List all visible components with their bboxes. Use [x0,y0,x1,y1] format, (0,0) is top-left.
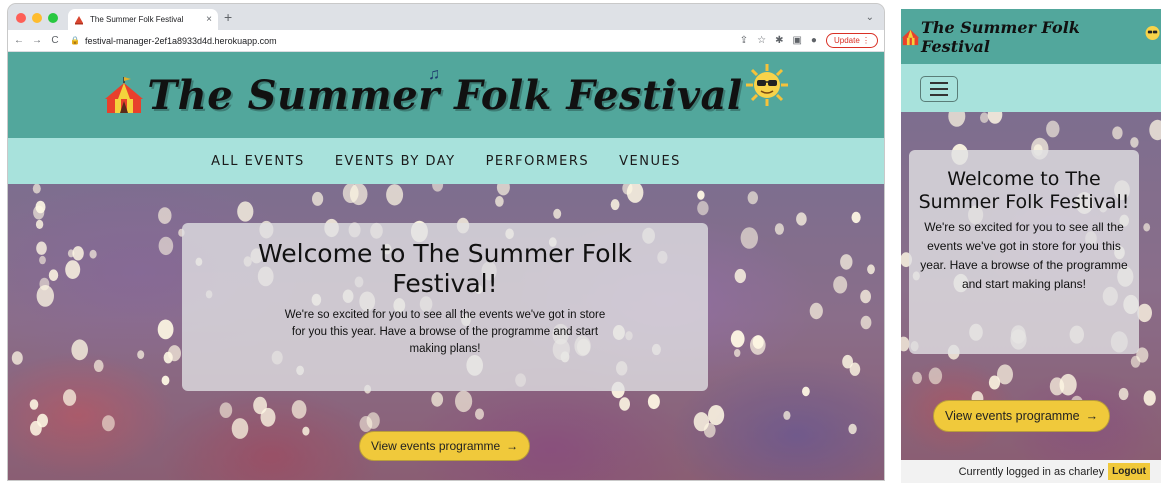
view-events-programme-button[interactable]: View events programme → [359,431,531,461]
mobile-welcome-card: Welcome to The Summer Folk Festival! We'… [909,150,1139,354]
bookmark-star-icon[interactable]: ☆ [757,35,766,46]
circus-tent-icon [901,29,920,45]
toolbar-right: ⇪ ☆ ✱ ▣ ● Update ⋮ [740,33,878,48]
back-icon[interactable]: ← [12,35,26,46]
hamburger-menu-icon[interactable] [920,76,958,102]
main-nav: ALL EVENTS EVENTS BY DAY PERFORMERS VENU… [8,138,884,184]
extensions-icon[interactable]: ✱ [775,35,783,46]
url-text: festival-manager-2ef1a8933d4d.herokuapp.… [84,35,277,46]
nav-venues[interactable]: VENUES [619,154,681,169]
welcome-card: Welcome to The Summer Folk Festival! We'… [182,223,708,391]
minimize-window-button[interactable] [32,13,42,23]
mobile-site-title[interactable]: The Summer Folk Festival [921,18,1143,56]
nav-performers[interactable]: PERFORMERS [486,154,590,169]
hero-section: Welcome to The Summer Folk Festival! We'… [8,184,884,480]
new-tab-button[interactable]: + [224,10,232,24]
logout-button[interactable]: Logout [1108,463,1150,480]
welcome-heading: Welcome to The Summer Folk Festival! [257,239,633,298]
music-note-icon: ♫ [428,66,440,83]
url-field[interactable]: 🔒 festival-manager-2ef1a8933d4d.herokuap… [70,36,740,46]
tab-close-icon[interactable]: × [206,14,212,25]
tab-title: The Summer Folk Festival [90,15,184,24]
profile-icon[interactable]: ● [811,35,817,46]
tab-search-icon[interactable]: ⌄ [866,12,874,23]
cta-label: View events programme [371,439,501,453]
mobile-view-events-programme-button[interactable]: View events programme → [933,400,1111,432]
side-panel-icon[interactable]: ▣ [792,35,801,46]
browser-tab[interactable]: The Summer Folk Festival × [68,9,218,30]
share-icon[interactable]: ⇪ [740,35,748,46]
forward-icon[interactable]: → [30,35,44,46]
arrow-right-icon: → [506,439,519,453]
update-button-label: Update [833,36,860,45]
close-window-button[interactable] [16,13,26,23]
site-header: The Summer Folk Festival ♫ [8,52,884,138]
tab-bar: The Summer Folk Festival × + ⌄ [8,4,884,30]
mobile-nav-bar [901,64,1161,112]
address-bar: ← → C 🔒 festival-manager-2ef1a8933d4d.he… [8,30,884,52]
page-viewport: The Summer Folk Festival ♫ ALL EVENTS EV… [8,52,884,480]
reload-icon[interactable]: C [48,35,62,46]
welcome-text: We're so excited for you to see all the … [284,309,606,355]
sun-sunglasses-icon [1145,25,1160,40]
lock-icon: 🔒 [70,36,80,45]
desktop-browser-window: The Summer Folk Festival × + ⌄ ← → C 🔒 f… [8,4,884,480]
sun-sunglasses-icon [745,64,788,106]
mobile-welcome-heading: Welcome to The Summer Folk Festival! [918,168,1130,213]
mobile-welcome-text: We're so excited for you to see all the … [920,220,1128,291]
circus-tent-icon [105,77,144,113]
update-button[interactable]: Update ⋮ [825,33,878,48]
mobile-view: The Summer Folk Festival Welcome to The … [901,9,1161,483]
nav-events-by-day[interactable]: EVENTS BY DAY [335,154,456,169]
tent-favicon-icon [75,15,83,24]
logged-in-text: Currently logged in as charley [958,465,1105,478]
login-status-bar: Currently logged in as charley Logout [901,460,1161,483]
cta-label: View events programme [945,409,1080,423]
arrow-right-icon: → [1085,409,1099,423]
mobile-site-header: The Summer Folk Festival [901,9,1161,64]
site-title[interactable]: The Summer Folk Festival [147,72,742,119]
nav-all-events[interactable]: ALL EVENTS [211,154,305,169]
mobile-hero-section: Welcome to The Summer Folk Festival! We'… [901,112,1161,460]
maximize-window-button[interactable] [48,13,58,23]
